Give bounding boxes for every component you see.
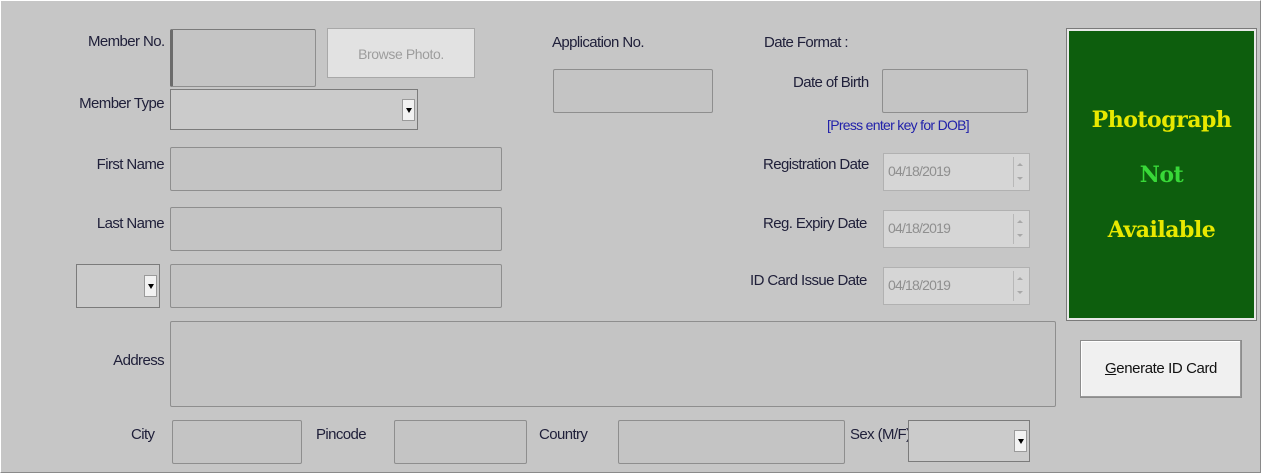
title-select[interactable] — [76, 264, 160, 308]
id-card-issue-date-label: ID Card Issue Date — [750, 272, 867, 289]
pincode-field[interactable] — [394, 420, 527, 464]
city-label: City — [131, 426, 155, 443]
id-card-issue-date-picker[interactable]: 04/18/2019 — [883, 267, 1030, 305]
generate-id-card-mnemonic: G — [1104, 360, 1117, 377]
reg-expiry-date-picker[interactable]: 04/18/2019 — [883, 210, 1030, 248]
sex-label: Sex (M/F) — [850, 426, 911, 443]
sex-select[interactable] — [908, 420, 1030, 462]
date-of-birth-label: Date of Birth — [793, 74, 869, 91]
application-no-field[interactable] — [553, 69, 713, 113]
middle-name-field[interactable] — [170, 264, 502, 308]
dob-hint: [Press enter key for DOB] — [827, 117, 970, 133]
spinner-icon[interactable] — [1013, 214, 1026, 244]
date-of-birth-field[interactable] — [882, 69, 1028, 113]
first-name-label: First Name — [96, 156, 165, 173]
country-label: Country — [539, 426, 588, 443]
spinner-icon[interactable] — [1013, 157, 1026, 187]
spinner-icon[interactable] — [1013, 271, 1026, 301]
first-name-field[interactable] — [170, 147, 502, 191]
photo-line2: Not — [1139, 162, 1184, 188]
generate-id-card-button[interactable]: Generate ID Card — [1080, 340, 1242, 398]
browse-photo-button[interactable]: Browse Photo. — [327, 28, 475, 78]
country-field[interactable] — [618, 420, 845, 464]
registration-date-picker[interactable]: 04/18/2019 — [883, 153, 1030, 191]
registration-date-value: 04/18/2019 — [888, 163, 951, 179]
member-no-label: Member No. — [88, 33, 165, 50]
chevron-down-icon[interactable] — [1014, 430, 1027, 452]
reg-expiry-date-label: Reg. Expiry Date — [763, 215, 867, 232]
address-field[interactable] — [170, 321, 1056, 407]
reg-expiry-date-value: 04/18/2019 — [888, 220, 951, 236]
registration-date-label: Registration Date — [763, 156, 869, 173]
member-no-field[interactable] — [170, 29, 316, 87]
chevron-down-icon[interactable] — [402, 98, 415, 121]
id-card-issue-date-value: 04/18/2019 — [888, 277, 951, 293]
member-type-select[interactable] — [170, 89, 418, 130]
member-type-label: Member Type — [79, 95, 164, 112]
pincode-label: Pincode — [316, 426, 367, 443]
last-name-field[interactable] — [170, 207, 502, 251]
date-format-label: Date Format : — [764, 34, 849, 51]
city-field[interactable] — [172, 420, 302, 464]
application-no-label: Application No. — [552, 34, 645, 51]
last-name-label: Last Name — [96, 215, 165, 232]
generate-id-card-label: enerate ID Card — [1116, 360, 1217, 377]
photo-line1: Photograph — [1091, 107, 1232, 133]
address-label: Address — [113, 352, 164, 369]
photo-line3: Available — [1107, 217, 1216, 243]
chevron-down-icon[interactable] — [144, 275, 157, 297]
photo-placeholder: Photograph Not Available — [1067, 29, 1256, 320]
